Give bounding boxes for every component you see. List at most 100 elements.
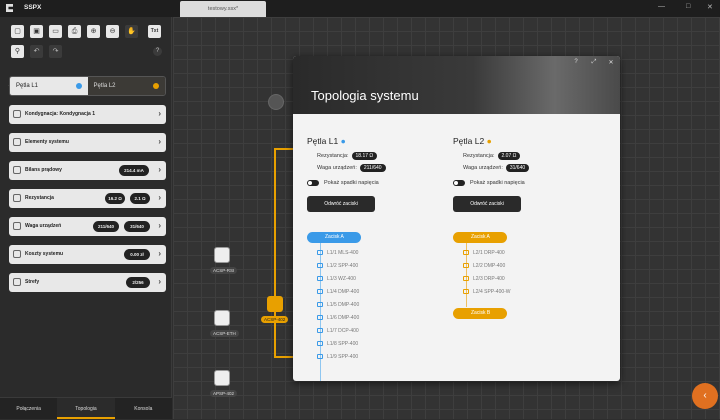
loop-l2-resistance: Rezystancja: 2.07 Ω <box>463 152 521 160</box>
device-icon <box>317 250 323 255</box>
sidebar-item-cost[interactable]: Koszty systemu 0.00 zł › <box>9 245 166 264</box>
clamp-b-badge[interactable]: Zacisk B <box>453 308 507 319</box>
open-folder-icon[interactable]: ▭ <box>49 25 62 38</box>
device-list-item[interactable]: L2/3 DRP-400 <box>463 276 505 282</box>
collapse-button[interactable]: ‹ <box>692 383 718 409</box>
reverse-clamps-button[interactable]: Odwróć zaciski <box>307 196 375 212</box>
sidebar-item-zones[interactable]: Strefy 2/256 › <box>9 273 166 292</box>
chevron-right-icon: › <box>158 109 161 118</box>
close-icon[interactable]: ✕ <box>606 59 616 69</box>
sidebar-item-resistance[interactable]: Rezystancja 16.2 Ω 2.1 Ω › <box>9 189 166 208</box>
cost-icon <box>13 250 21 258</box>
loop-l2-title: Pętla L2 ● <box>453 136 492 146</box>
voltage-drop-toggle[interactable] <box>453 180 465 186</box>
loop-l2-label: Pętla L2 <box>93 83 116 89</box>
zones-icon <box>13 278 21 286</box>
device-label: L1/1 MLS-400 <box>327 250 359 256</box>
device-icon <box>463 263 469 268</box>
text-toggle-button[interactable]: Txt <box>148 25 161 38</box>
loop-bus-line <box>274 148 276 358</box>
loop-l1-dot <box>75 83 82 89</box>
device-icon <box>317 315 323 320</box>
tab-topology[interactable]: Topologia <box>57 398 115 419</box>
document-tab[interactable]: testowy.ssx* <box>180 1 266 17</box>
app-logo-icon <box>6 4 13 12</box>
tab-console[interactable]: Konsola <box>115 398 172 419</box>
reverse-clamps-button[interactable]: Odwróć zaciski <box>453 196 521 212</box>
zones-label: Strefy <box>25 279 40 285</box>
chevron-right-icon: › <box>158 137 161 146</box>
node-label-rsi: ACSP-RSI <box>210 267 238 274</box>
device-list-item[interactable]: L1/7 DCP-400 <box>317 328 359 334</box>
device-label: L1/9 SPP-400 <box>327 354 359 360</box>
device-list-item[interactable]: L2/2 DMP-400 <box>463 263 505 269</box>
loop-l2-title-text: Pętla L2 <box>453 136 485 146</box>
redo-icon[interactable]: ↷ <box>49 45 62 58</box>
current-icon <box>13 166 21 174</box>
device-node-ghost[interactable] <box>268 94 284 110</box>
device-list-item[interactable]: L1/6 DMP-400 <box>317 315 359 321</box>
zoom-out-icon[interactable]: ⊖ <box>106 25 119 38</box>
resistance-label: Rezystancja: <box>463 153 495 159</box>
device-label: L2/3 DRP-400 <box>473 276 505 282</box>
undo-icon[interactable]: ↶ <box>30 45 43 58</box>
tab-loop-l2[interactable]: Pętla L2 <box>87 77 165 95</box>
sidebar-item-weight[interactable]: Waga urządzeń 211/640 31/640 › <box>9 217 166 236</box>
device-list-item[interactable]: L1/8 SPP-400 <box>317 341 358 347</box>
device-list-item[interactable]: L2/4 SPP-400-W <box>463 289 511 295</box>
device-node-psu[interactable] <box>214 370 230 386</box>
expand-icon[interactable]: ⤢ <box>589 59 599 69</box>
device-label: L2/4 SPP-400-W <box>473 289 511 295</box>
help-icon[interactable]: ? <box>571 59 581 69</box>
modal-header: Topologia systemu ? ⤢ ✕ <box>293 56 620 114</box>
weight-label: Waga urządzeń <box>25 223 62 229</box>
pin-icon[interactable]: ⚲ <box>11 45 24 58</box>
resistance-value: 18.17 Ω <box>351 152 378 160</box>
sidebar-item-current[interactable]: Bilans prądowy 214.4 mA › <box>9 161 166 180</box>
device-node-panel[interactable] <box>267 296 283 312</box>
chevron-right-icon: › <box>158 221 161 230</box>
save-icon[interactable]: ▣ <box>30 25 43 38</box>
device-list-item[interactable]: L1/5 DMP-400 <box>317 302 359 308</box>
clamp-a-badge[interactable]: Zacisk A <box>453 232 507 243</box>
device-label: L1/4 DMP-400 <box>327 289 360 295</box>
device-list-item[interactable]: L1/4 DMP-400 <box>317 289 360 295</box>
maximize-icon[interactable]: □ <box>686 3 690 10</box>
zones-value: 2/256 <box>126 277 150 288</box>
loop-l1-weight: Waga urządzeń: 211/640 <box>317 164 386 172</box>
device-icon <box>317 354 323 359</box>
new-file-icon[interactable]: ▢ <box>11 25 24 38</box>
device-list-item[interactable]: L1/3 WZ-400 <box>317 276 356 282</box>
loop-l2-dot <box>153 83 159 89</box>
close-icon[interactable]: ✕ <box>707 3 713 11</box>
modal-title: Topologia systemu <box>311 88 419 103</box>
device-node-eth[interactable] <box>214 310 230 326</box>
device-icon <box>317 289 323 294</box>
device-list-item[interactable]: L2/1 DRP-400 <box>463 250 505 256</box>
voltage-drop-toggle[interactable] <box>307 180 319 186</box>
title-bar: SSPX testowy.ssx* — □ ✕ <box>0 0 720 17</box>
loop-bus-bottom <box>274 356 294 358</box>
zoom-in-icon[interactable]: ⊕ <box>87 25 100 38</box>
loop-tabs: Pętla L1 Pętla L2 <box>9 76 166 96</box>
print-icon[interactable]: ⎙ <box>68 25 81 38</box>
clamp-a-badge[interactable]: Zacisk A <box>307 232 361 243</box>
pan-icon[interactable]: ✋ <box>125 25 138 38</box>
device-icon <box>463 289 469 294</box>
device-list-item[interactable]: L1/1 MLS-400 <box>317 250 359 256</box>
loop-l1-resistance: Rezystancja: 18.17 Ω <box>317 152 378 160</box>
sidebar-item-config[interactable]: Kondygnacja: Kondygnacja 1 › <box>9 105 166 124</box>
device-node-rsi[interactable] <box>214 247 230 263</box>
node-label-panel: ACSP-402 <box>261 316 289 323</box>
help-icon[interactable]: ? <box>153 47 162 56</box>
device-list-item[interactable]: L1/2 SPP-400 <box>317 263 358 269</box>
loop-bus-top <box>274 148 294 150</box>
elements-label: Elementy systemu <box>25 139 69 145</box>
config-icon <box>13 110 21 118</box>
minimize-icon[interactable]: — <box>658 3 665 10</box>
device-icon <box>317 276 323 281</box>
tab-loop-l1[interactable]: Pętla L1 <box>10 77 88 95</box>
sidebar-item-elements[interactable]: Elementy systemu › <box>9 133 166 152</box>
device-list-item[interactable]: L1/9 SPP-400 <box>317 354 359 360</box>
tab-connections[interactable]: Połączenia <box>0 398 57 419</box>
